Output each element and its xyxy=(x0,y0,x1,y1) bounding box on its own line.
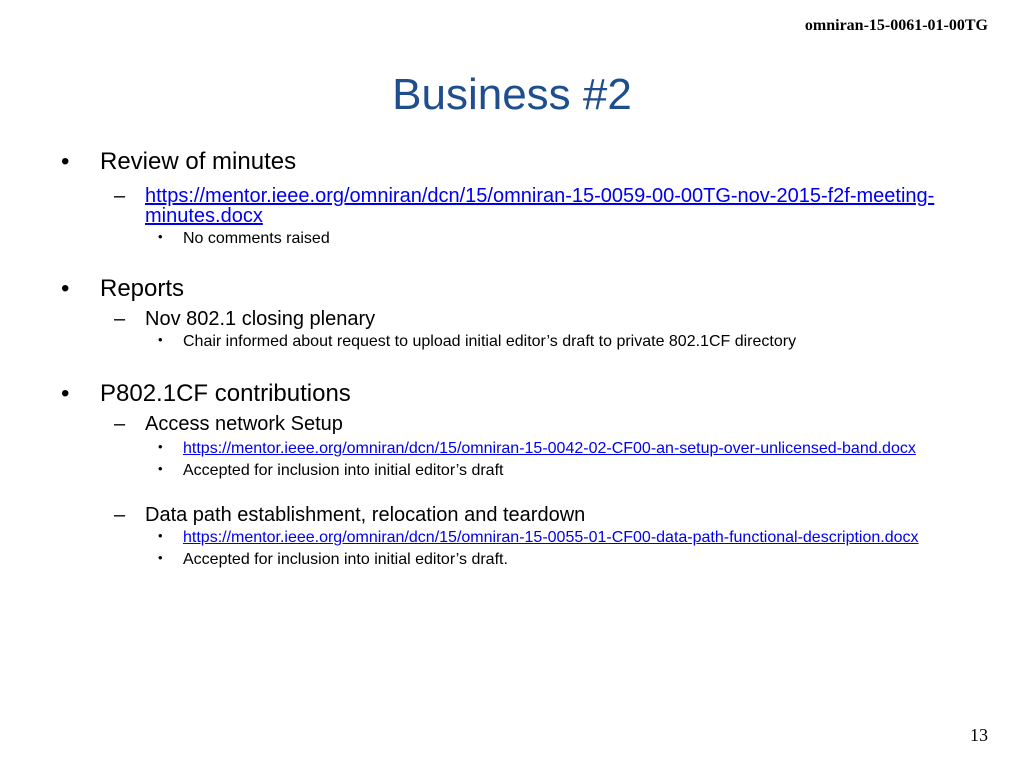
sub-item: – Access network Setup xyxy=(0,414,1024,434)
sub-item-minutes-link: – https://mentor.ieee.org/omniran/dcn/15… xyxy=(0,186,1024,226)
bullet-marker: • xyxy=(158,439,163,454)
sub-sub-item-text: Chair informed about request to upload i… xyxy=(183,333,797,350)
bullet-label: Review of minutes xyxy=(100,148,297,175)
sub-sub-item-text: Accepted for inclusion into initial edit… xyxy=(183,551,508,568)
bullet-marker: • xyxy=(158,528,163,543)
sub-sub-item: • https://mentor.ieee.org/omniran/dcn/15… xyxy=(0,529,1024,546)
sub-item: – Data path establishment, relocation an… xyxy=(0,505,1024,525)
bullet-reports: • Reports xyxy=(0,277,1024,305)
dash-marker: – xyxy=(114,413,126,435)
bullet-marker: • xyxy=(158,332,163,347)
sub-item-text: Access network Setup xyxy=(145,413,343,435)
slide-body: • Review of minutes – https://mentor.iee… xyxy=(0,146,1024,569)
document-id: omniran-15-0061-01-00TG xyxy=(804,17,988,34)
bullet-marker: • xyxy=(61,275,70,302)
sub-sub-item-text: Accepted for inclusion into initial edit… xyxy=(183,462,504,479)
sub-sub-item: • https://mentor.ieee.org/omniran/dcn/15… xyxy=(0,440,1024,457)
dash-marker: – xyxy=(114,504,126,526)
bullet-marker: • xyxy=(61,380,70,407)
bullet-marker: • xyxy=(61,148,70,175)
sub-sub-item: • Chair informed about request to upload… xyxy=(0,333,1024,350)
bullet-review-of-minutes: • Review of minutes xyxy=(0,150,1024,178)
bullet-marker: • xyxy=(158,550,163,565)
bullet-p8021cf-contributions: • P802.1CF contributions xyxy=(0,382,1024,410)
bullet-label: Reports xyxy=(100,275,185,302)
sub-sub-item: • Accepted for inclusion into initial ed… xyxy=(0,462,1024,479)
sub-item-text: Nov 802.1 closing plenary xyxy=(145,308,376,330)
dash-marker: – xyxy=(114,308,126,330)
sub-sub-item: • Accepted for inclusion into initial ed… xyxy=(0,551,1024,568)
bullet-marker: • xyxy=(158,229,163,244)
sub-sub-item-text: No comments raised xyxy=(183,230,330,247)
data-path-document-link[interactable]: https://mentor.ieee.org/omniran/dcn/15/o… xyxy=(183,529,973,546)
minutes-document-link[interactable]: https://mentor.ieee.org/omniran/dcn/15/o… xyxy=(145,186,935,226)
page-number: 13 xyxy=(970,725,988,745)
bullet-marker: • xyxy=(158,461,163,476)
slide-title: Business #2 xyxy=(392,70,632,119)
an-setup-document-link[interactable]: https://mentor.ieee.org/omniran/dcn/15/o… xyxy=(183,440,973,457)
sub-item-text: Data path establishment, relocation and … xyxy=(145,504,586,526)
sub-sub-item: • No comments raised xyxy=(0,230,1024,247)
sub-item: – Nov 802.1 closing plenary xyxy=(0,309,1024,329)
bullet-label: P802.1CF contributions xyxy=(100,380,351,407)
dash-marker: – xyxy=(114,185,126,207)
